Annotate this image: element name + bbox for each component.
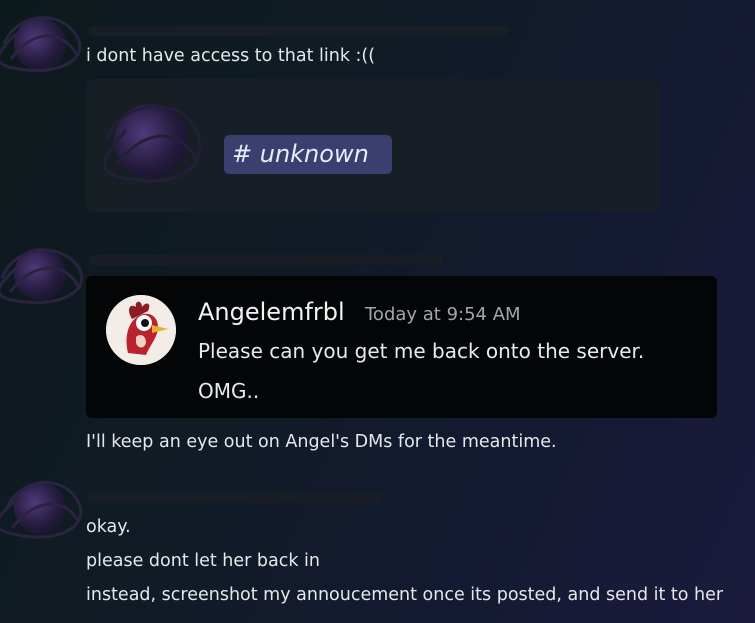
channel-mention[interactable]: # unknown (224, 135, 392, 174)
quote-line: OMG.. (198, 379, 260, 403)
quote-timestamp: Today at 9:54 AM (365, 304, 521, 325)
scribble-overlay (0, 248, 84, 305)
redacted-username (88, 255, 443, 265)
message-text: instead, screenshot my annoucement once … (86, 585, 724, 605)
bird-avatar-icon (106, 295, 176, 365)
avatar[interactable] (0, 481, 83, 539)
scribble-overlay (103, 105, 202, 183)
avatar[interactable] (0, 16, 82, 73)
message-text: please dont let her back in (86, 551, 321, 571)
quote-line: Please can you get me back onto the serv… (198, 339, 645, 363)
message-text: I'll keep an eye out on Angel's DMs for … (86, 432, 557, 452)
redacted-embed-header (224, 104, 619, 118)
message-text: i dont have access to that link :(( (86, 46, 376, 66)
avatar[interactable] (0, 248, 84, 305)
message-text: okay. (86, 517, 131, 537)
scribble-overlay (0, 481, 83, 539)
quote-author-name: Angelemfrbl (198, 298, 345, 326)
redacted-username (88, 493, 383, 503)
scribble-overlay (0, 16, 82, 73)
embed-avatar (103, 104, 202, 183)
redacted-username (88, 26, 508, 36)
quote-author-avatar (106, 295, 176, 365)
